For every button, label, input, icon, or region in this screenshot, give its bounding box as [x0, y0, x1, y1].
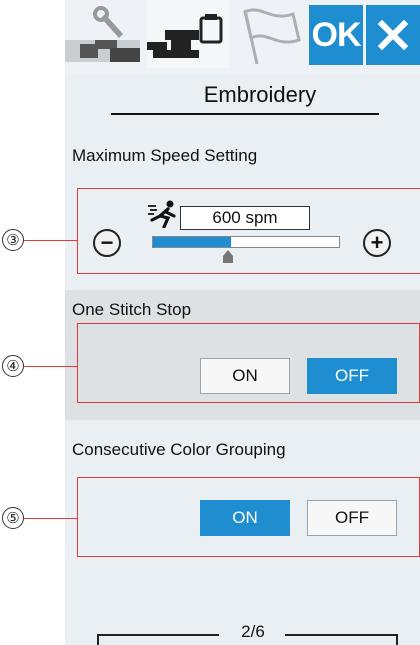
running-man-icon — [148, 200, 176, 228]
speed-value-display: 600 spm — [180, 206, 310, 230]
one-stitch-stop-label: One Stitch Stop — [72, 300, 192, 319]
speed-slider-fill — [153, 237, 232, 247]
callout-4-leader — [24, 366, 77, 368]
speed-plus-button[interactable]: + — [363, 229, 391, 257]
one-stitch-stop-off-button[interactable]: OFF — [307, 358, 397, 394]
wrench-icon — [65, 6, 140, 62]
pager-bracket-right — [396, 634, 398, 645]
callout-3-leader — [24, 240, 77, 242]
title-underline — [111, 113, 379, 115]
close-button[interactable] — [366, 5, 420, 65]
flag-icon — [243, 8, 301, 65]
speed-slider-pointer-icon[interactable] — [222, 250, 234, 264]
embroidery-machine-icon — [147, 14, 223, 58]
color-grouping-off-button[interactable]: OFF — [307, 500, 397, 536]
tab-machine-settings[interactable] — [65, 0, 145, 68]
one-stitch-stop-on-button[interactable]: ON — [200, 358, 290, 394]
speed-minus-button[interactable]: − — [93, 229, 121, 257]
pager-bracket-left — [97, 634, 99, 645]
pager-line-left — [97, 634, 219, 636]
callout-5: ⑤ — [2, 507, 24, 529]
page-indicator: 2/6 — [241, 622, 265, 641]
close-icon — [378, 20, 408, 50]
tab-embroidery-settings[interactable] — [147, 0, 229, 68]
callout-3: ③ — [2, 229, 24, 251]
color-grouping-label: Consecutive Color Grouping — [72, 440, 286, 459]
ok-button[interactable]: OK — [309, 5, 363, 65]
tab-language-settings[interactable] — [231, 0, 311, 68]
callout-5-leader — [24, 518, 77, 520]
page-title: Embroidery — [203, 82, 317, 107]
speed-slider[interactable] — [152, 236, 340, 248]
max-speed-label: Maximum Speed Setting — [72, 146, 258, 165]
callout-4: ④ — [2, 355, 24, 377]
color-grouping-on-button[interactable]: ON — [200, 500, 290, 536]
pager-line-right — [285, 634, 397, 636]
